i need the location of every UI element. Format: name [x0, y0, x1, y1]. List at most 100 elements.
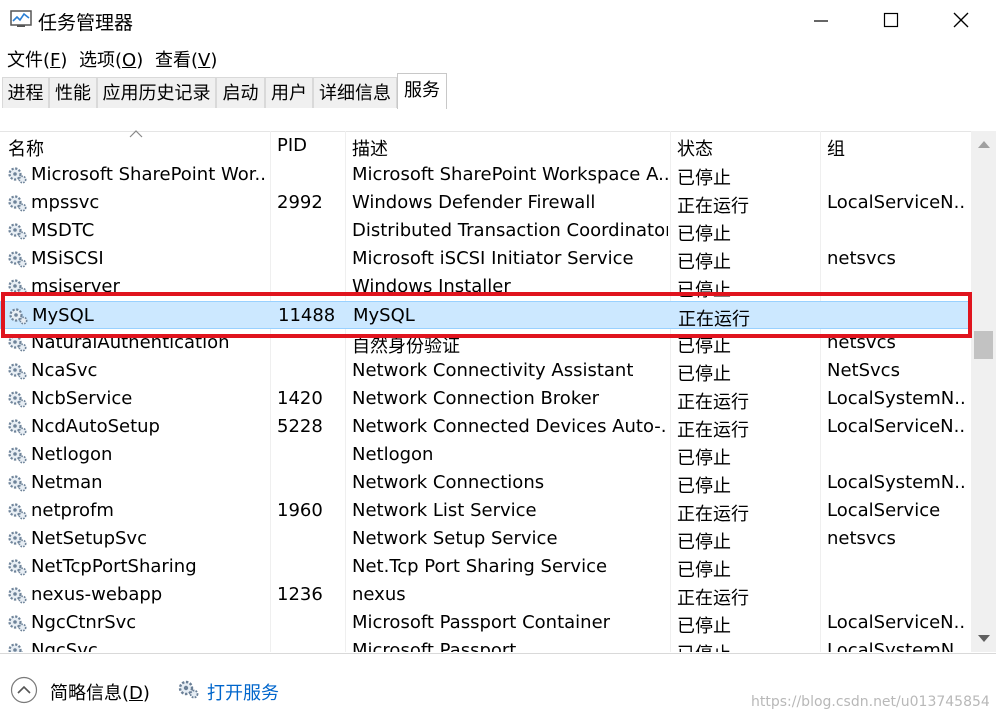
service-row[interactable]: Netman Network Connections 已停止 LocalSystemN… — [0, 469, 970, 497]
service-status: 已停止 — [677, 252, 731, 273]
service-group: netsvcs — [827, 248, 896, 269]
menu-view[interactable]: 查看(V) — [155, 46, 217, 72]
service-description: Microsoft SharePoint Workspace A... — [352, 164, 668, 185]
service-status: 已停止 — [677, 476, 731, 497]
minimize-button[interactable] — [786, 0, 856, 40]
tab-processes[interactable]: 进程 — [2, 77, 49, 108]
services-gear-icon[interactable] — [176, 678, 200, 700]
tab-details[interactable]: 详细信息 — [313, 77, 397, 108]
fewer-details-link[interactable]: 简略信息(D) — [50, 679, 150, 705]
service-status: 已停止 — [677, 532, 731, 553]
open-services-link[interactable]: 打开服务 — [207, 679, 279, 705]
service-description: Network List Service — [352, 500, 537, 521]
service-name: Netlogon — [31, 444, 113, 465]
service-gear-icon — [8, 447, 27, 464]
collapse-chevron-icon[interactable] — [10, 676, 38, 704]
service-description: Microsoft iSCSI Initiator Service — [352, 248, 634, 269]
scroll-thumb[interactable] — [974, 331, 993, 359]
tab-users[interactable]: 用户 — [265, 77, 313, 108]
footer-bar: 简略信息(D) 打开服务 https://blog.csdn.net/u0137… — [0, 653, 996, 724]
service-row[interactable]: NcdAutoSetup 5228 Network Connected Device… — [0, 413, 970, 441]
service-status: 正在运行 — [677, 504, 749, 525]
title-bar: 任务管理器 — [0, 0, 996, 40]
service-name: Netman — [31, 472, 103, 493]
service-pid: 1420 — [277, 388, 323, 409]
service-row[interactable]: netprofm 1960 Network List Service 正在运行 Loca… — [0, 497, 970, 525]
service-pid: 1960 — [277, 500, 323, 521]
service-row[interactable]: NetSetupSvc Network Setup Service 已停止 netsv… — [0, 525, 970, 553]
service-status: 已停止 — [677, 448, 731, 469]
service-name: mpssvc — [31, 192, 100, 213]
service-name: NcbService — [31, 388, 133, 409]
column-status[interactable]: 状态 — [677, 135, 713, 161]
service-row[interactable]: NgcCtnrSvc Microsoft Passport Container 已停… — [0, 609, 970, 637]
service-status: 已停止 — [677, 616, 731, 637]
service-row[interactable]: NcaSvc Network Connectivity Assistant 已停止 N… — [0, 357, 970, 385]
service-status: 已停止 — [677, 560, 731, 581]
menu-file[interactable]: 文件(F) — [7, 46, 67, 72]
service-name: NgcSvc — [31, 640, 98, 652]
minimize-icon — [814, 20, 828, 22]
service-description: nexus — [352, 584, 406, 605]
service-row[interactable]: NetTcpPortSharing Net.Tcp Port Sharing Se… — [0, 553, 970, 581]
tab-performance[interactable]: 性能 — [49, 77, 97, 108]
service-row[interactable]: NgcSvc Microsoft Passport 已停止 LocalSystemN.… — [0, 637, 970, 652]
service-row[interactable]: NcbService 1420 Network Connection Broker 正… — [0, 385, 970, 413]
service-description: Windows Defender Firewall — [352, 192, 596, 213]
service-row[interactable]: nexus-webapp 1236 nexus 正在运行 — [0, 581, 970, 609]
service-gear-icon — [8, 195, 27, 212]
service-status: 已停止 — [677, 640, 817, 652]
service-status: 已停止 — [677, 224, 731, 245]
service-gear-icon — [8, 475, 27, 492]
service-description: Net.Tcp Port Sharing Service — [352, 556, 608, 577]
column-name[interactable]: 名称 — [8, 135, 44, 161]
service-gear-icon — [8, 587, 27, 604]
service-status: 正在运行 — [677, 588, 749, 609]
tab-services[interactable]: 服务 — [397, 73, 447, 109]
service-status: 已停止 — [677, 364, 731, 385]
service-name: MSiSCSI — [31, 248, 104, 269]
service-row[interactable]: Microsoft SharePoint Wor... Microsoft Sha… — [0, 161, 970, 189]
maximize-button[interactable] — [856, 0, 926, 40]
service-group: LocalSystemN... — [827, 640, 967, 652]
service-status: 正在运行 — [677, 420, 749, 441]
tab-app-history[interactable]: 应用历史记录 — [97, 77, 216, 108]
vertical-scrollbar[interactable] — [971, 131, 996, 652]
close-icon — [953, 12, 969, 28]
tab-strip: 进程 性能 应用历史记录 启动 用户 详细信息 服务 — [0, 73, 996, 110]
service-name: NetTcpPortSharing — [31, 556, 197, 577]
column-group[interactable]: 组 — [827, 135, 845, 161]
service-name: NetSetupSvc — [31, 528, 147, 549]
scroll-up-icon[interactable] — [977, 140, 991, 149]
service-group: LocalServiceN... — [827, 192, 967, 213]
service-gear-icon — [8, 559, 27, 576]
service-description: Network Connectivity Assistant — [352, 360, 634, 381]
service-name: Microsoft SharePoint Wor... — [31, 164, 267, 185]
service-row[interactable]: mpssvc 2992 Windows Defender Firewall 正在运行 L… — [0, 189, 970, 217]
tab-startup[interactable]: 启动 — [216, 77, 265, 108]
service-name: netprofm — [31, 500, 114, 521]
service-status: 正在运行 — [677, 196, 749, 217]
service-name: MSDTC — [31, 220, 95, 241]
service-description: Network Connected Devices Auto-... — [352, 416, 668, 437]
service-gear-icon — [8, 167, 27, 184]
service-status: 正在运行 — [677, 392, 749, 413]
service-row[interactable]: MSDTC Distributed Transaction Coordinator… — [0, 217, 970, 245]
service-row[interactable]: Netlogon Netlogon 已停止 — [0, 441, 970, 469]
window-title: 任务管理器 — [38, 12, 134, 34]
column-description[interactable]: 描述 — [352, 135, 388, 161]
menu-options[interactable]: 选项(O) — [79, 46, 143, 72]
service-group: LocalServiceN... — [827, 416, 967, 437]
service-gear-icon — [8, 643, 25, 652]
close-button[interactable] — [926, 0, 996, 40]
service-description: Distributed Transaction Coordinator — [352, 220, 668, 241]
service-gear-icon — [8, 419, 27, 436]
service-pid: 1236 — [277, 584, 323, 605]
column-pid[interactable]: PID — [277, 135, 307, 156]
service-gear-icon — [8, 531, 27, 548]
service-description: Microsoft Passport — [352, 640, 517, 652]
scroll-down-icon[interactable] — [977, 634, 991, 643]
maximize-icon — [883, 12, 899, 28]
service-row[interactable]: MSiSCSI Microsoft iSCSI Initiator Service… — [0, 245, 970, 273]
service-gear-icon — [8, 223, 27, 240]
